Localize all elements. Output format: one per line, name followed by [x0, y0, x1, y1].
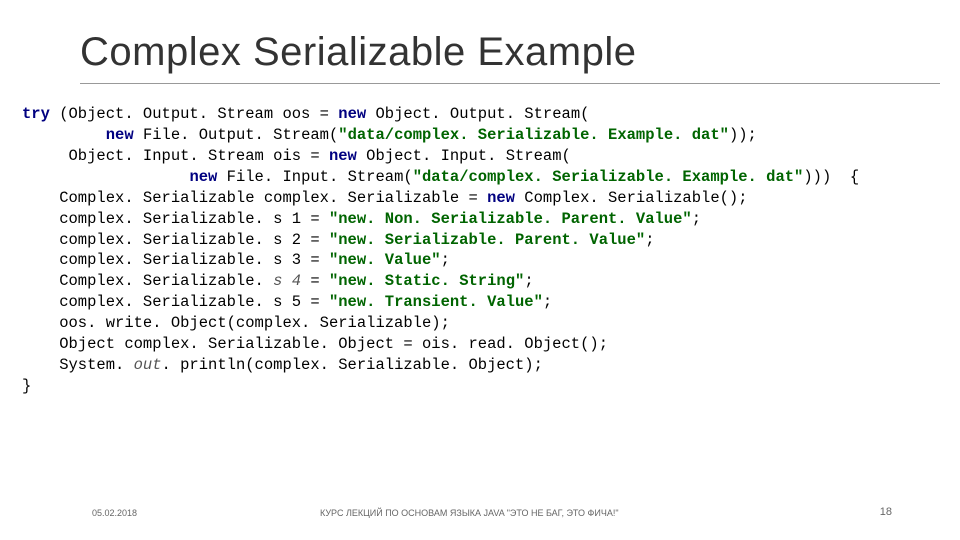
- slide-title: Complex Serializable Example: [80, 30, 960, 75]
- code-text: File. Input. Stream(: [227, 168, 413, 186]
- code-keyword-new: new: [487, 189, 524, 207]
- code-text: complex. Serializable. s 3 =: [22, 251, 329, 269]
- code-text: Object. Output. Stream(: [375, 105, 589, 123]
- footer-page-number: 18: [880, 506, 892, 518]
- code-text: ));: [729, 126, 757, 144]
- code-text: complex. Serializable. s 2 =: [22, 231, 329, 249]
- code-text: Complex. Serializable();: [524, 189, 747, 207]
- code-text: complex. Serializable. s 5 =: [22, 293, 329, 311]
- code-string: "data/complex. Serializable. Example. da…: [413, 168, 804, 186]
- code-text: Object complex. Serializable. Object = o…: [22, 335, 608, 353]
- code-keyword-try: try: [22, 105, 50, 123]
- code-text: Complex. Serializable.: [22, 272, 273, 290]
- code-text: }: [22, 377, 31, 395]
- code-text: ;: [441, 251, 450, 269]
- code-text: (Object. Output. Stream oos =: [50, 105, 338, 123]
- code-keyword-new: new: [106, 126, 143, 144]
- code-text: Object. Input. Stream ois =: [22, 147, 329, 165]
- code-string: "new. Static. String": [329, 272, 524, 290]
- code-string: "new. Transient. Value": [329, 293, 543, 311]
- code-keyword-new: new: [338, 105, 375, 123]
- code-string: "new. Serializable. Parent. Value": [329, 231, 645, 249]
- code-text: Complex. Serializable complex. Serializa…: [22, 189, 487, 207]
- code-text: =: [310, 272, 329, 290]
- footer-date: 05.02.2018: [92, 508, 137, 518]
- code-text: [22, 126, 106, 144]
- code-text: ;: [524, 272, 533, 290]
- code-text: System.: [22, 356, 134, 374]
- code-keyword-new: new: [189, 168, 226, 186]
- code-text: ;: [645, 231, 654, 249]
- code-string: "data/complex. Serializable. Example. da…: [338, 126, 729, 144]
- code-text: ))) {: [803, 168, 859, 186]
- code-text: Object. Input. Stream(: [366, 147, 571, 165]
- code-block: try (Object. Output. Stream oos = new Ob…: [0, 84, 960, 397]
- code-keyword-new: new: [329, 147, 366, 165]
- code-static: s 4: [273, 272, 310, 290]
- footer-course-title: КУРС ЛЕКЦИЙ ПО ОСНОВАМ ЯЗЫКА JAVA "ЭТО Н…: [320, 508, 619, 518]
- code-text: complex. Serializable. s 1 =: [22, 210, 329, 228]
- slide-header: Complex Serializable Example: [0, 0, 960, 84]
- code-text: [22, 168, 189, 186]
- code-text: ;: [692, 210, 701, 228]
- code-static: out: [134, 356, 162, 374]
- code-text: ;: [543, 293, 552, 311]
- code-string: "new. Non. Serializable. Parent. Value": [329, 210, 692, 228]
- code-text: File. Output. Stream(: [143, 126, 338, 144]
- code-text: . println(complex. Serializable. Object)…: [162, 356, 543, 374]
- code-string: "new. Value": [329, 251, 441, 269]
- code-text: oos. write. Object(complex. Serializable…: [22, 314, 450, 332]
